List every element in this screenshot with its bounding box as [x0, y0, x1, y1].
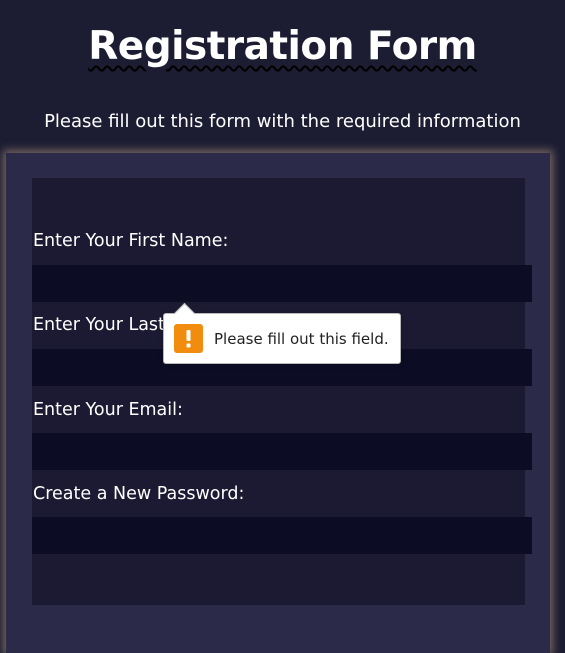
page-title: Registration Form: [88, 24, 477, 69]
first-name-label: Enter Your First Name:: [33, 231, 229, 251]
first-name-input[interactable]: [32, 265, 532, 302]
email-label: Enter Your Email:: [33, 400, 183, 420]
password-label: Create a New Password:: [33, 484, 245, 504]
validation-message: Please fill out this field.: [214, 330, 389, 348]
validation-tooltip: Please fill out this field.: [163, 302, 401, 364]
exclamation-warning-icon: [174, 324, 203, 353]
password-input[interactable]: [32, 517, 532, 554]
email-input[interactable]: [32, 433, 532, 470]
page-subtitle: Please fill out this form with the requi…: [44, 111, 521, 132]
